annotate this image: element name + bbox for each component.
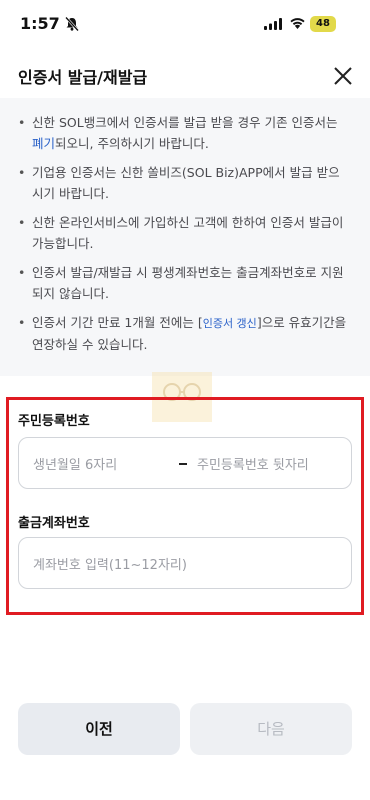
header: 인증서 발급/재발급 xyxy=(0,52,370,98)
prev-button[interactable]: 이전 xyxy=(18,703,180,755)
notice-item-discard: 신한 SOL뱅크에서 인증서를 발급 받을 경우 기존 인증서는 폐기되오니, … xyxy=(18,112,350,154)
battery-indicator: 48 xyxy=(310,16,336,32)
rrn-label: 주민등록번호 xyxy=(18,414,90,429)
rrn-separator xyxy=(179,463,187,465)
bell-muted-icon xyxy=(65,16,79,32)
notice-item-lifetime-account: 인증서 발급/재발급 시 평생계좌번호는 출금계좌번호로 지원되지 않습니다. xyxy=(18,262,350,304)
notice-text: 인증서 기간 만료 1개월 전에는 [ xyxy=(32,315,203,330)
notice-item-renewal: 인증서 기간 만료 1개월 전에는 [인증서 갱신]으로 유효기간을 연장하실 … xyxy=(18,312,350,355)
rrn-front-input[interactable]: 생년월일 6자리 xyxy=(33,454,117,473)
page-title: 인증서 발급/재발급 xyxy=(18,68,148,87)
notice-text: 신한 SOL뱅크에서 인증서를 발급 받을 경우 기존 인증서는 xyxy=(32,115,338,130)
status-time: 1:57 xyxy=(20,14,60,33)
next-button[interactable]: 다음 xyxy=(190,703,352,755)
close-icon[interactable] xyxy=(330,63,356,89)
wifi-icon xyxy=(290,18,305,29)
status-bar: 1:57 48 xyxy=(0,0,370,52)
rrn-input-group[interactable]: 생년월일 6자리 주민등록번호 뒷자리 xyxy=(18,437,352,489)
certificate-renewal-link[interactable]: 인증서 갱신 xyxy=(203,317,257,330)
discard-link[interactable]: 폐기 xyxy=(32,136,55,151)
notice-text: 되오니, 주의하시기 바랍니다. xyxy=(55,136,209,151)
notice-item-corporate: 기업용 인증서는 신한 쏠비즈(SOL Biz)APP에서 발급 받으시기 바랍… xyxy=(18,162,350,204)
account-input[interactable]: 계좌번호 입력(11~12자리) xyxy=(18,537,352,589)
account-label: 출금계좌번호 xyxy=(18,516,90,531)
cellular-signal-icon xyxy=(264,18,282,30)
account-placeholder: 계좌번호 입력(11~12자리) xyxy=(33,558,187,573)
rrn-back-input[interactable]: 주민등록번호 뒷자리 xyxy=(197,454,309,473)
notice-panel: 신한 SOL뱅크에서 인증서를 발급 받을 경우 기존 인증서는 폐기되오니, … xyxy=(0,98,370,376)
notice-item-eligibility: 신한 온라인서비스에 가입하신 고객에 한하여 인증서 발급이 가능합니다. xyxy=(18,212,350,254)
